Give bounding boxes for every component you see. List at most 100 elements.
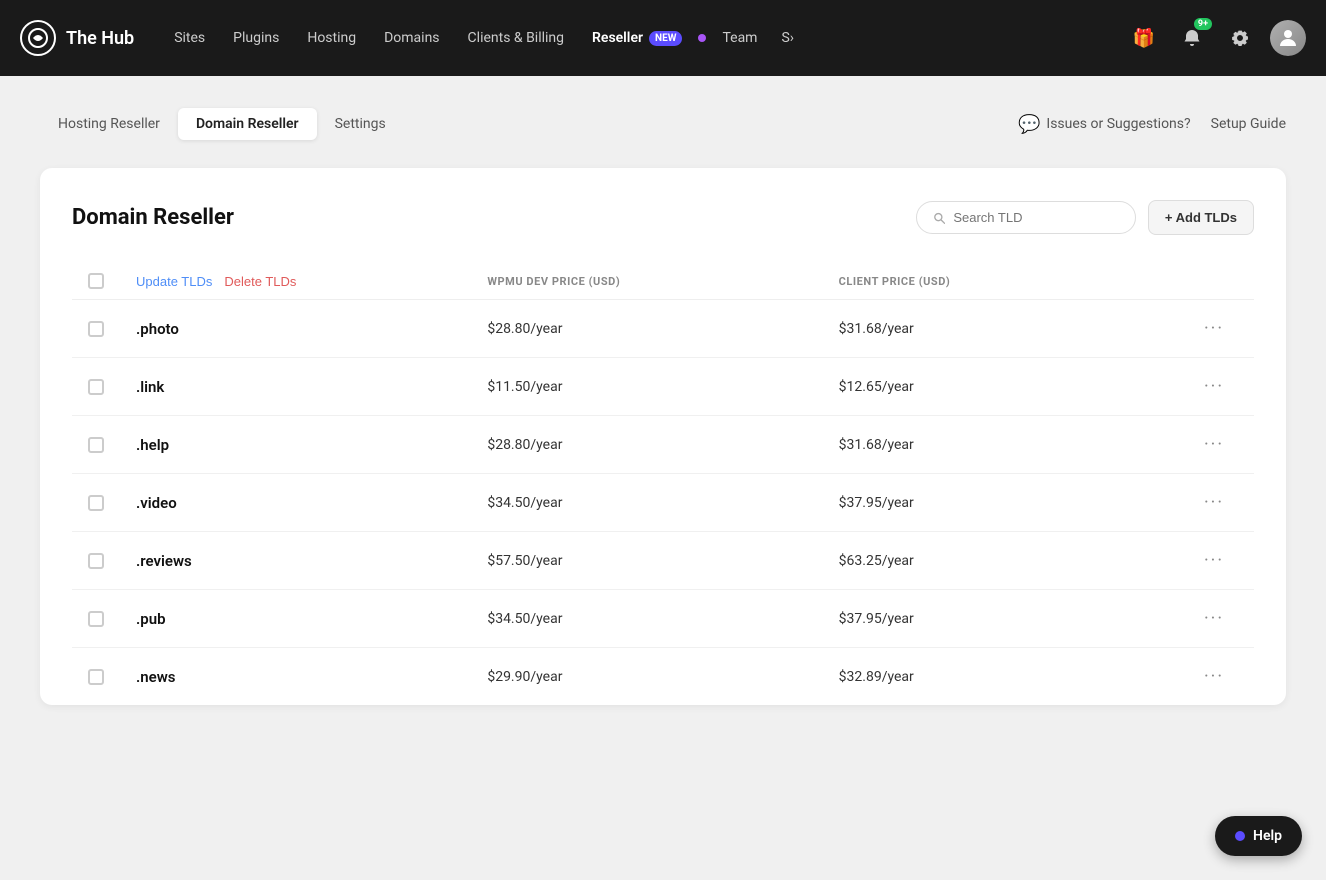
wpmu-price: $34.50/year: [487, 495, 838, 511]
avatar-image: [1270, 20, 1306, 56]
nav-sites[interactable]: Sites: [162, 22, 217, 54]
table-row: .help $28.80/year $31.68/year ···: [72, 416, 1254, 474]
add-tlds-button[interactable]: + Add TLDs: [1148, 200, 1254, 235]
main-card: Domain Reseller + Add TLDs Update TLDs: [40, 168, 1286, 705]
tab-hosting-reseller[interactable]: Hosting Reseller: [40, 108, 178, 140]
search-box[interactable]: [916, 201, 1136, 234]
help-label: Help: [1253, 828, 1282, 844]
nav-plugins[interactable]: Plugins: [221, 22, 291, 54]
client-price: $63.25/year: [839, 553, 1190, 569]
settings-button[interactable]: [1222, 20, 1258, 56]
wpmu-price: $34.50/year: [487, 611, 838, 627]
row-checkbox-3[interactable]: [88, 495, 136, 511]
tld-name: .link: [136, 378, 487, 396]
notification-badge: 9+: [1194, 18, 1212, 30]
wpmu-price: $28.80/year: [487, 321, 838, 337]
tld-name: .photo: [136, 320, 487, 338]
card-actions: + Add TLDs: [916, 200, 1254, 235]
wpmu-price: $57.50/year: [487, 553, 838, 569]
row-more-button[interactable]: ···: [1190, 666, 1238, 687]
nav-team[interactable]: Team: [710, 22, 769, 54]
row-checkbox[interactable]: [88, 553, 104, 569]
row-more-button[interactable]: ···: [1190, 318, 1238, 339]
nav-more[interactable]: S›: [773, 22, 802, 54]
row-checkbox-5[interactable]: [88, 611, 136, 627]
row-checkbox[interactable]: [88, 669, 104, 685]
tld-name: .pub: [136, 610, 487, 628]
row-checkbox-1[interactable]: [88, 379, 136, 395]
tab-settings[interactable]: Settings: [317, 108, 404, 140]
nav-actions: 🎁 9+: [1126, 20, 1306, 56]
search-tld-input[interactable]: [953, 210, 1119, 225]
wpmu-price: $29.90/year: [487, 669, 838, 685]
table-row: .link $11.50/year $12.65/year ···: [72, 358, 1254, 416]
bulk-actions: Update TLDs Delete TLDs: [136, 274, 487, 289]
brand-icon: [20, 20, 56, 56]
search-icon: [933, 211, 945, 225]
setup-guide-link[interactable]: Setup Guide: [1211, 116, 1286, 132]
tld-name: .reviews: [136, 552, 487, 570]
row-checkbox-0[interactable]: [88, 321, 136, 337]
notifications-button[interactable]: 9+: [1174, 20, 1210, 56]
table-header: Update TLDs Delete TLDs WPMU DEV PRICE (…: [72, 263, 1254, 300]
delete-tlds-button[interactable]: Delete TLDs: [224, 274, 296, 289]
issues-link[interactable]: 💬 Issues or Suggestions?: [1018, 114, 1191, 135]
row-more-button[interactable]: ···: [1190, 376, 1238, 397]
nav-hosting[interactable]: Hosting: [295, 22, 368, 54]
client-price: $37.95/year: [839, 611, 1190, 627]
select-all-checkbox[interactable]: [88, 273, 136, 289]
row-checkbox[interactable]: [88, 495, 104, 511]
client-price: $32.89/year: [839, 669, 1190, 685]
client-price: $37.95/year: [839, 495, 1190, 511]
tld-name: .help: [136, 436, 487, 454]
header-checkbox[interactable]: [88, 273, 104, 289]
table-row: .video $34.50/year $37.95/year ···: [72, 474, 1254, 532]
row-more-button[interactable]: ···: [1190, 608, 1238, 629]
gift-button[interactable]: 🎁: [1126, 20, 1162, 56]
client-price: $31.68/year: [839, 437, 1190, 453]
brand-name: The Hub: [66, 28, 134, 49]
wpmu-price: $28.80/year: [487, 437, 838, 453]
table-row: .pub $34.50/year $37.95/year ···: [72, 590, 1254, 648]
gift-icon: 🎁: [1133, 28, 1155, 49]
row-checkbox[interactable]: [88, 379, 104, 395]
client-price: $31.68/year: [839, 321, 1190, 337]
row-checkbox-4[interactable]: [88, 553, 136, 569]
row-checkbox-6[interactable]: [88, 669, 136, 685]
update-tlds-button[interactable]: Update TLDs: [136, 274, 212, 289]
table-row: .photo $28.80/year $31.68/year ···: [72, 300, 1254, 358]
help-dot: [1235, 831, 1245, 841]
nav-links: Sites Plugins Hosting Domains Clients & …: [162, 22, 1118, 54]
help-button[interactable]: Help: [1215, 816, 1302, 856]
row-checkbox-2[interactable]: [88, 437, 136, 453]
new-badge: NEW: [649, 31, 682, 46]
tld-name: .news: [136, 668, 487, 686]
tabs-right: 💬 Issues or Suggestions? Setup Guide: [1018, 114, 1286, 135]
row-checkbox[interactable]: [88, 321, 104, 337]
wpmu-price: $11.50/year: [487, 379, 838, 395]
issues-icon: 💬: [1018, 114, 1040, 135]
user-avatar[interactable]: [1270, 20, 1306, 56]
tabs-bar: Hosting Reseller Domain Reseller Setting…: [40, 108, 1286, 140]
nav-clients-billing[interactable]: Clients & Billing: [456, 22, 576, 54]
row-more-button[interactable]: ···: [1190, 492, 1238, 513]
tld-table-body: .photo $28.80/year $31.68/year ··· .link…: [72, 300, 1254, 705]
reseller-badge-group: Reseller NEW: [592, 30, 682, 46]
tld-name: .video: [136, 494, 487, 512]
row-more-button[interactable]: ···: [1190, 434, 1238, 455]
client-price: $12.65/year: [839, 379, 1190, 395]
wpmu-price-header: WPMU DEV PRICE (USD): [487, 275, 838, 288]
table-row: .news $29.90/year $32.89/year ···: [72, 648, 1254, 705]
tab-domain-reseller[interactable]: Domain Reseller: [178, 108, 317, 140]
card-title: Domain Reseller: [72, 205, 234, 230]
row-more-button[interactable]: ···: [1190, 550, 1238, 571]
table-row: .reviews $57.50/year $63.25/year ···: [72, 532, 1254, 590]
row-checkbox[interactable]: [88, 437, 104, 453]
brand[interactable]: The Hub: [20, 20, 134, 56]
nav-domains[interactable]: Domains: [372, 22, 451, 54]
card-header: Domain Reseller + Add TLDs: [72, 200, 1254, 235]
client-price-header: CLIENT PRICE (USD): [839, 275, 1190, 288]
navbar: The Hub Sites Plugins Hosting Domains Cl…: [0, 0, 1326, 76]
row-checkbox[interactable]: [88, 611, 104, 627]
nav-reseller[interactable]: Reseller NEW: [580, 22, 694, 54]
